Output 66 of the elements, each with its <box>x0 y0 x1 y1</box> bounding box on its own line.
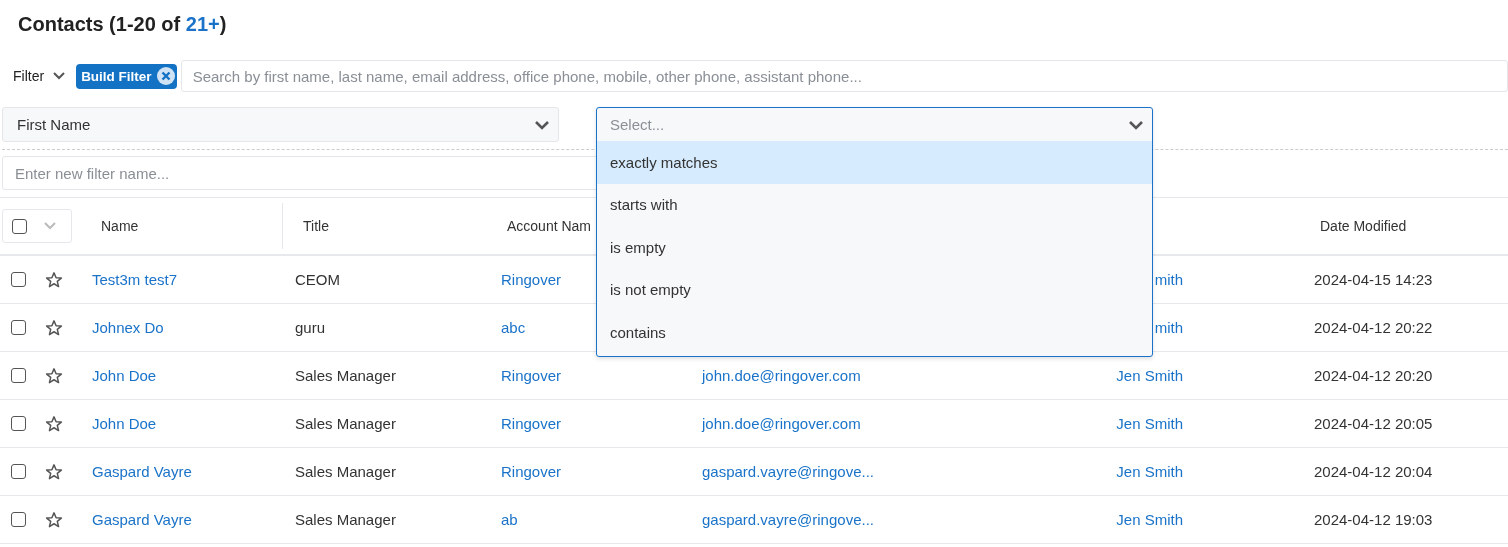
account-link[interactable]: Ringover <box>501 271 562 288</box>
star-icon[interactable] <box>45 270 63 289</box>
table-cell: Sales Manager <box>295 511 396 528</box>
count-link[interactable]: 21+ <box>185 13 220 35</box>
email-link[interactable]: gaspard.vayre@ringove... <box>702 511 874 528</box>
table-cell: guru <box>295 319 326 336</box>
star-icon[interactable] <box>45 462 63 481</box>
contact-name-link[interactable]: John Doe <box>92 367 157 384</box>
contact-name-link[interactable]: Test3m test7 <box>92 271 178 288</box>
user-link[interactable]: Jen Smith <box>1116 367 1183 384</box>
table-cell: Sales Manager <box>295 463 396 480</box>
row-checkbox[interactable] <box>11 416 26 431</box>
account-link[interactable]: Ringover <box>501 367 562 384</box>
column-header[interactable]: Date Modified <box>1302 218 1508 234</box>
table-cell: Sales Manager <box>295 415 396 432</box>
table-cell: 2024-04-12 20:20 <box>1314 367 1433 384</box>
page-title: Contacts (1-20 of 21+) <box>17 12 228 37</box>
star-icon[interactable] <box>45 318 63 337</box>
chevron-icon <box>1128 119 1144 130</box>
column-header[interactable]: Name <box>80 203 283 249</box>
user-link[interactable]: mith <box>1154 319 1183 336</box>
dropdown-option[interactable]: is not empty <box>597 268 1152 311</box>
dropdown-option[interactable]: exactly matches <box>597 141 1152 184</box>
account-link[interactable]: Ringover <box>501 415 562 432</box>
row-checkbox[interactable] <box>11 512 26 527</box>
user-link[interactable]: Jen Smith <box>1116 415 1183 432</box>
row-checkbox[interactable] <box>11 272 26 287</box>
table-cell: CEOM <box>295 271 340 288</box>
close-icon[interactable] <box>156 67 175 85</box>
star-icon[interactable] <box>45 510 63 529</box>
row-checkbox[interactable] <box>11 464 26 479</box>
operator-dropdown[interactable]: Select... exactly matches starts with is empty is not empty contains <box>596 107 1153 357</box>
table-cell: 2024-04-12 20:04 <box>1314 463 1433 480</box>
star-icon[interactable] <box>45 366 63 385</box>
contact-name-link[interactable]: Gaspard Vayre <box>92 463 192 480</box>
dropdown-option[interactable]: is empty <box>597 226 1152 269</box>
chevron-icon <box>534 119 550 130</box>
table-cell: 2024-04-15 14:23 <box>1314 271 1433 288</box>
filter-button[interactable]: Filter <box>13 68 67 84</box>
field-select[interactable]: First Name <box>2 107 559 142</box>
user-link[interactable]: mith <box>1154 271 1183 288</box>
dropdown-option[interactable]: contains <box>597 311 1152 354</box>
chevron-icon <box>52 71 67 81</box>
email-link[interactable]: gaspard.vayre@ringove... <box>702 463 874 480</box>
account-link[interactable]: Ringover <box>501 463 562 480</box>
user-link[interactable]: Jen Smith <box>1116 511 1183 528</box>
user-link[interactable]: Jen Smith <box>1116 463 1183 480</box>
search-field[interactable]: Search by first name, last name, email address, office phone, mobile, other phone, assistant phone... <box>180 60 1508 92</box>
account-link[interactable]: ab <box>501 511 518 528</box>
account-link[interactable]: abc <box>501 319 526 336</box>
select-placeholder: Select... <box>610 116 665 133</box>
contact-name-link[interactable]: Gaspard Vayre <box>92 511 192 528</box>
checkbox[interactable] <box>12 218 27 234</box>
build-filter-chip[interactable]: Build Filter <box>76 63 177 89</box>
table-cell: 2024-04-12 19:03 <box>1314 511 1433 528</box>
contact-name-link[interactable]: John Doe <box>92 415 157 432</box>
table-cell: Sales Manager <box>295 367 396 384</box>
email-link[interactable]: john.doe@ringover.com <box>702 367 861 384</box>
contact-name-link[interactable]: Johnex Do <box>92 319 164 336</box>
row-checkbox[interactable] <box>11 320 26 335</box>
table-cell: 2024-04-12 20:22 <box>1314 319 1433 336</box>
table-cell: 2024-04-12 20:05 <box>1314 415 1433 432</box>
star-icon[interactable] <box>45 414 63 433</box>
column-header[interactable]: Title <box>283 218 489 234</box>
email-link[interactable]: john.doe@ringover.com <box>702 415 861 432</box>
row-checkbox[interactable] <box>11 368 26 383</box>
